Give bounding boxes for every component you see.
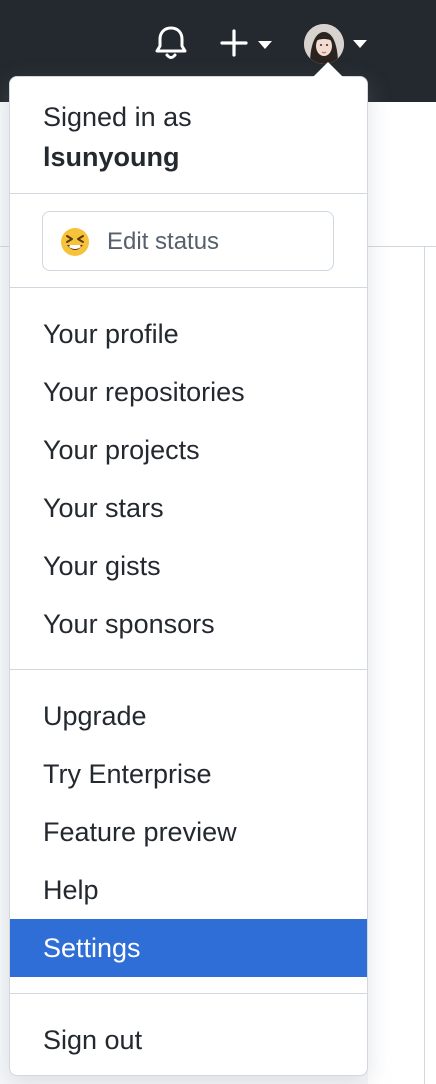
menu-item-your-repositories[interactable]: Your repositories (10, 363, 367, 421)
user-menu-button[interactable] (300, 20, 374, 66)
menu-item-help[interactable]: Help (10, 861, 367, 919)
menu-divider (10, 993, 367, 994)
menu-divider (10, 669, 367, 670)
menu-item-your-sponsors[interactable]: Your sponsors (10, 595, 367, 653)
menu-item-try-enterprise[interactable]: Try Enterprise (10, 745, 367, 803)
username: lsunyoung (43, 142, 180, 172)
bell-icon[interactable] (150, 22, 192, 64)
menu-item-your-stars[interactable]: Your stars (10, 479, 367, 537)
menu-item-your-gists[interactable]: Your gists (10, 537, 367, 595)
plus-icon (220, 29, 248, 57)
page-vertical-divider (424, 246, 425, 1084)
chevron-down-icon (353, 40, 367, 48)
menu-item-settings[interactable]: Settings (10, 919, 367, 977)
sign-out-button[interactable]: Sign out (10, 1011, 367, 1069)
edit-status-button[interactable]: Edit status (42, 211, 334, 271)
create-new-button[interactable] (218, 22, 278, 64)
chevron-down-icon (258, 41, 272, 49)
signed-in-label: Signed in as (43, 102, 192, 132)
grinning-squinting-face-icon (59, 226, 91, 258)
menu-divider (10, 193, 367, 194)
menu-item-upgrade[interactable]: Upgrade (10, 687, 367, 745)
avatar (304, 24, 344, 64)
menu-divider (10, 287, 367, 288)
dropdown-pointer (313, 62, 343, 77)
menu-item-your-projects[interactable]: Your projects (10, 421, 367, 479)
edit-status-label: Edit status (107, 228, 220, 255)
user-dropdown-menu: Signed in as lsunyoung Edit status Your … (9, 76, 368, 1076)
menu-item-feature-preview[interactable]: Feature preview (10, 803, 367, 861)
menu-item-your-profile[interactable]: Your profile (10, 305, 367, 363)
page-background (368, 102, 436, 1084)
